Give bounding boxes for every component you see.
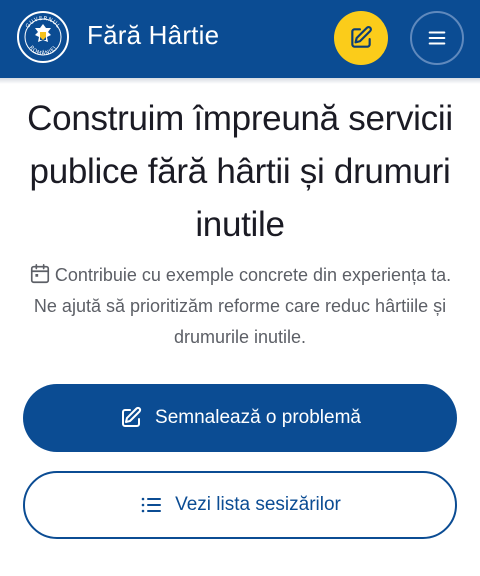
hero-title: Construim împreună servicii publice fără… [27,99,453,244]
view-reports-list-label: Vezi lista sesizărilor [175,494,341,515]
report-problem-button[interactable]: Semnalează o problemă [23,384,457,452]
menu-button[interactable] [410,11,464,65]
hero-description-block: Contribuie cu exemple concrete din exper… [20,260,460,353]
pencil-square-icon [351,26,372,48]
report-fab-button[interactable] [334,11,388,65]
app-title: Fără Hârtie [87,20,220,50]
report-problem-label: Semnalează o problemă [155,407,361,428]
app-header: GUVERNUL ROMÂNIEI Fără Hârtie [0,0,480,78]
calendar-icon [30,264,49,284]
pencil-square-icon [122,406,142,427]
hamburger-icon [428,31,446,45]
header-shadow [0,78,480,84]
view-reports-list-button[interactable]: Vezi lista sesizărilor [23,471,457,539]
list-icon [141,497,162,513]
government-logo[interactable]: GUVERNUL ROMÂNIEI [16,10,70,64]
hero-description: Contribuie cu exemple concrete din exper… [33,265,452,347]
